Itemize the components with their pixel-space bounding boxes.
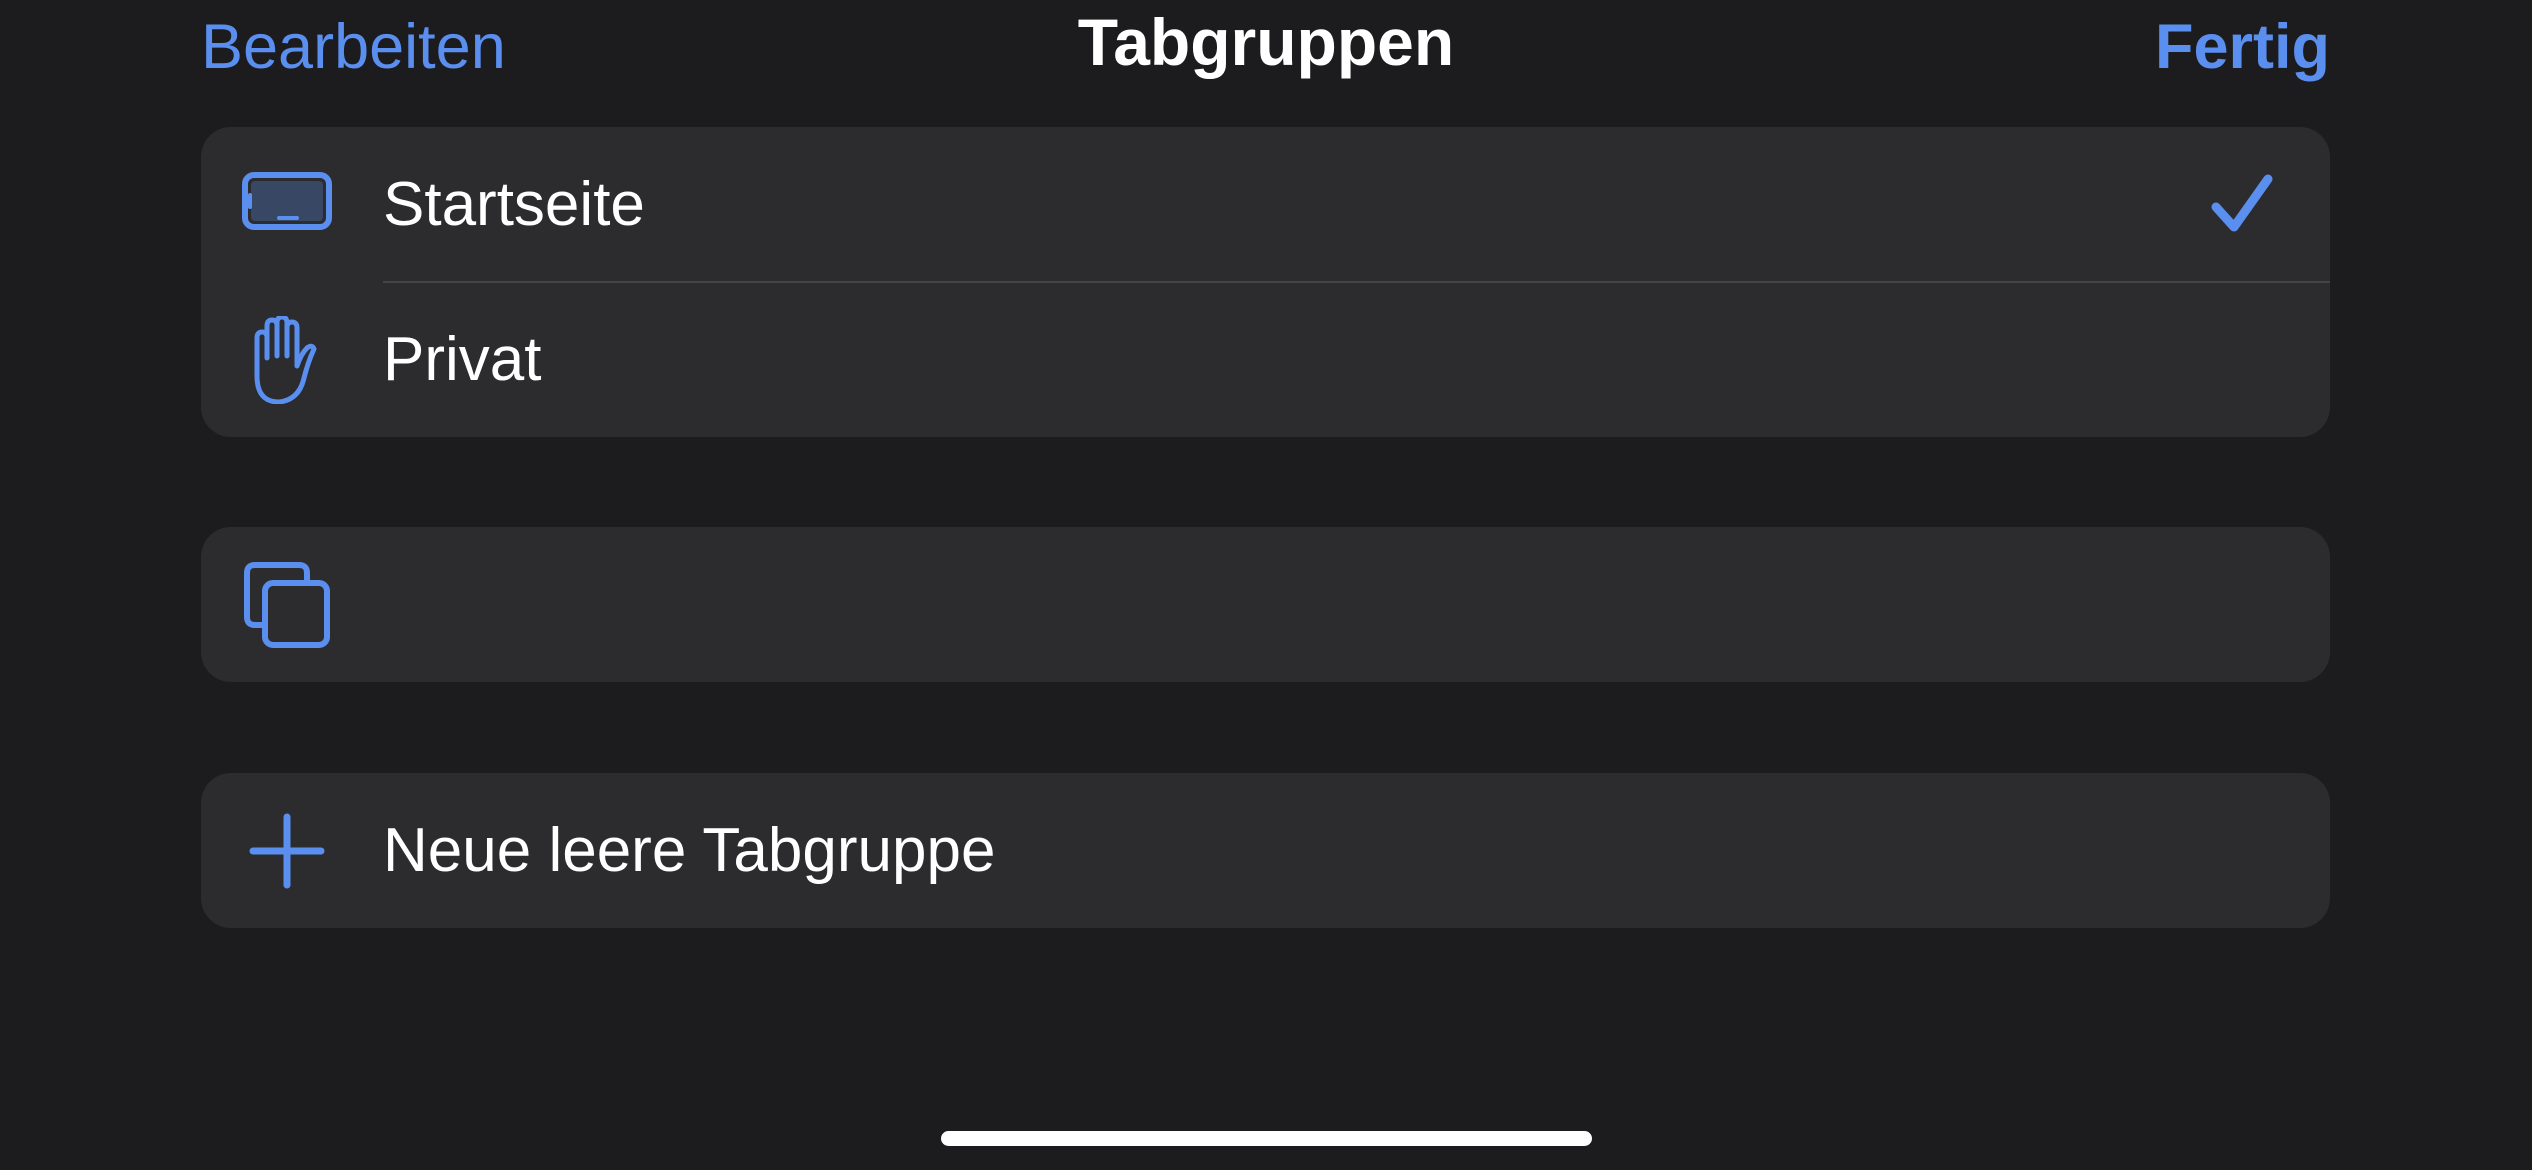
hand-raised-icon: [241, 316, 333, 404]
tab-group-row-privat[interactable]: Privat: [201, 282, 2330, 437]
tab-group-label: Startseite: [383, 170, 645, 239]
new-group-label: Neue leere Tabgruppe: [383, 816, 996, 885]
tab-group-row-startseite[interactable]: Startseite: [201, 127, 2330, 283]
shared-tab-groups-list: [201, 527, 2330, 682]
shared-tab-group-row[interactable]: [201, 527, 2330, 682]
new-group-section: Neue leere Tabgruppe: [201, 773, 2330, 928]
tab-groups-list: Startseite Privat: [201, 127, 2330, 437]
checkmark-icon: [2210, 173, 2274, 235]
square-on-square-icon: [241, 561, 333, 649]
plus-icon: [241, 807, 333, 895]
home-indicator[interactable]: [941, 1131, 1592, 1146]
done-button[interactable]: Fertig: [2155, 10, 2330, 84]
tablet-icon: [241, 161, 333, 249]
new-empty-tab-group-button[interactable]: Neue leere Tabgruppe: [201, 773, 2330, 928]
page-title: Tabgruppen: [1077, 5, 1455, 79]
tab-group-label: Privat: [383, 325, 542, 394]
